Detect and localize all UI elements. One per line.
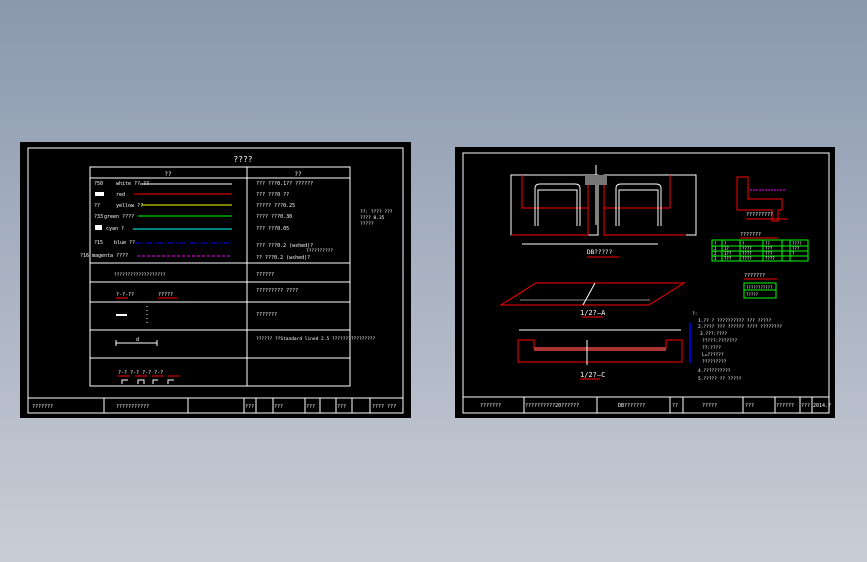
svg-text:?????: ????? [360,221,374,227]
svg-text:1/2?—A: 1/2?—A [580,309,606,317]
row-text: d [136,337,139,343]
svg-text:???????????: ??????????? [116,404,149,410]
legend-title: ???? [233,155,252,164]
svg-text:?? ???0.2 (wshed)?: ?? ???0.2 (wshed)? [256,255,310,261]
svg-text:??????????20??????: ??????????20?????? [525,403,579,409]
svg-text:??: ???? ???: ??: ???? ??? [360,209,393,215]
left-drawing-sheet[interactable]: ???? ?? ?? ?50 white ??-?? ??? ???0.1?? … [20,142,411,418]
svg-text:1.?? ? ?????????? ??? ?????: 1.?? ? ?????????? ??? ????? [698,318,771,324]
svg-text:?????????: ????????? [702,359,727,365]
svg-text:??? ???0 ??: ??? ???0 ?? [256,192,289,198]
svg-text:?????:???????: ?????:??????? [702,338,738,344]
svg-text:???: ??? [245,404,254,410]
row-text: ??????????????????? [114,272,166,278]
bracket-note: ?????????? [306,248,333,254]
row-text: ?-? ?-? ?-? ?-? [118,370,163,376]
svg-text:??: ?? [672,403,678,409]
svg-text:??? ???0.1?? ??????: ??? ???0.1?? ?????? [256,181,313,187]
svg-text:?15: ?15 [94,240,103,246]
svg-text:??????: ?????? [776,403,794,409]
svg-text:??? ???0.05: ??? ???0.05 [256,226,289,232]
svg-text:???????: ??????? [740,232,761,238]
svg-text:2014.?: 2014.? [813,403,831,409]
svg-text:???: ??? [337,404,346,410]
right-drawing-sheet[interactable]: DB????? ????????? ??????? ????????? 1 1??… [455,147,835,418]
svg-text:5.????? ?? ?????: 5.????? ?? ????? [698,376,742,382]
svg-text:???????: ??????? [744,273,765,279]
svg-text:?33: ?33 [94,214,103,220]
svg-text:?????????: ????????? [746,212,773,218]
svg-text:???? ???: ???? ??? [372,404,396,410]
svg-text:????: ???? [742,256,752,261]
section-label: DB????? [587,249,613,256]
header-right: ?? [294,171,302,178]
row-text: ????????? ???? [256,288,298,294]
row-text: ?????? [256,272,274,278]
svg-text:???? 0.35: ???? 0.35 [360,215,385,221]
svg-text:1/2?—C: 1/2?—C [580,371,605,379]
row-text: ????? [158,292,173,298]
svg-text:???????: ??????? [480,403,501,409]
svg-text:???: ??? [274,404,283,410]
row-text: ?-?-?? [116,292,134,298]
svg-text:4.??????????: 4.?????????? [698,368,731,374]
svg-text:red: red [116,192,125,198]
svg-text:???: ??? [306,404,315,410]
svg-text:?16: ?16 [80,253,89,259]
svg-text:magenta ????: magenta ???? [92,253,128,259]
svg-text:green ????: green ???? [104,214,134,220]
svg-text:??? ???0.2 (wshed)?: ??? ???0.2 (wshed)? [256,243,313,249]
svg-text:blue ??: blue ?? [114,240,135,246]
svg-text:??: ?? [94,203,100,209]
svg-text:yellow ??: yellow ?? [116,203,143,209]
svg-text:?????: ????? [746,292,759,297]
row-text: ??????? [256,312,277,318]
header-left: ?? [164,171,172,178]
svg-text:?????: ????? [702,403,717,409]
svg-text:???????????: ??????????? [746,285,773,290]
svg-text:????: ???? [765,256,775,261]
svg-text:L=??????: L=?????? [702,352,724,358]
svg-text:DB???????: DB??????? [618,403,645,409]
svg-text:???: ??? [724,256,732,261]
cad-canvas[interactable]: ???? ?? ?? ?50 white ??-?? ??? ???0.1?? … [0,0,867,562]
svg-text:??:????: ??:???? [702,345,721,351]
svg-text:?50: ?50 [94,181,103,187]
svg-text:???: ??? [801,403,810,409]
svg-text:?:: ?: [692,311,697,317]
svg-text:cyan ?: cyan ? [106,226,124,232]
svg-text:3.???:????: 3.???:???? [700,331,727,337]
svg-text:????? ???0.25: ????? ???0.25 [256,203,295,209]
svg-text:2.???? ??? ?????? ???? ???????: 2.???? ??? ?????? ???? ???????? [698,324,782,330]
svg-text:???????: ??????? [32,404,53,410]
svg-text:???? ???0.30: ???? ???0.30 [256,214,292,220]
row-text: ?????? ??Standard lined 2.5 ????????????… [256,336,375,342]
svg-text:???: ??? [745,403,754,409]
